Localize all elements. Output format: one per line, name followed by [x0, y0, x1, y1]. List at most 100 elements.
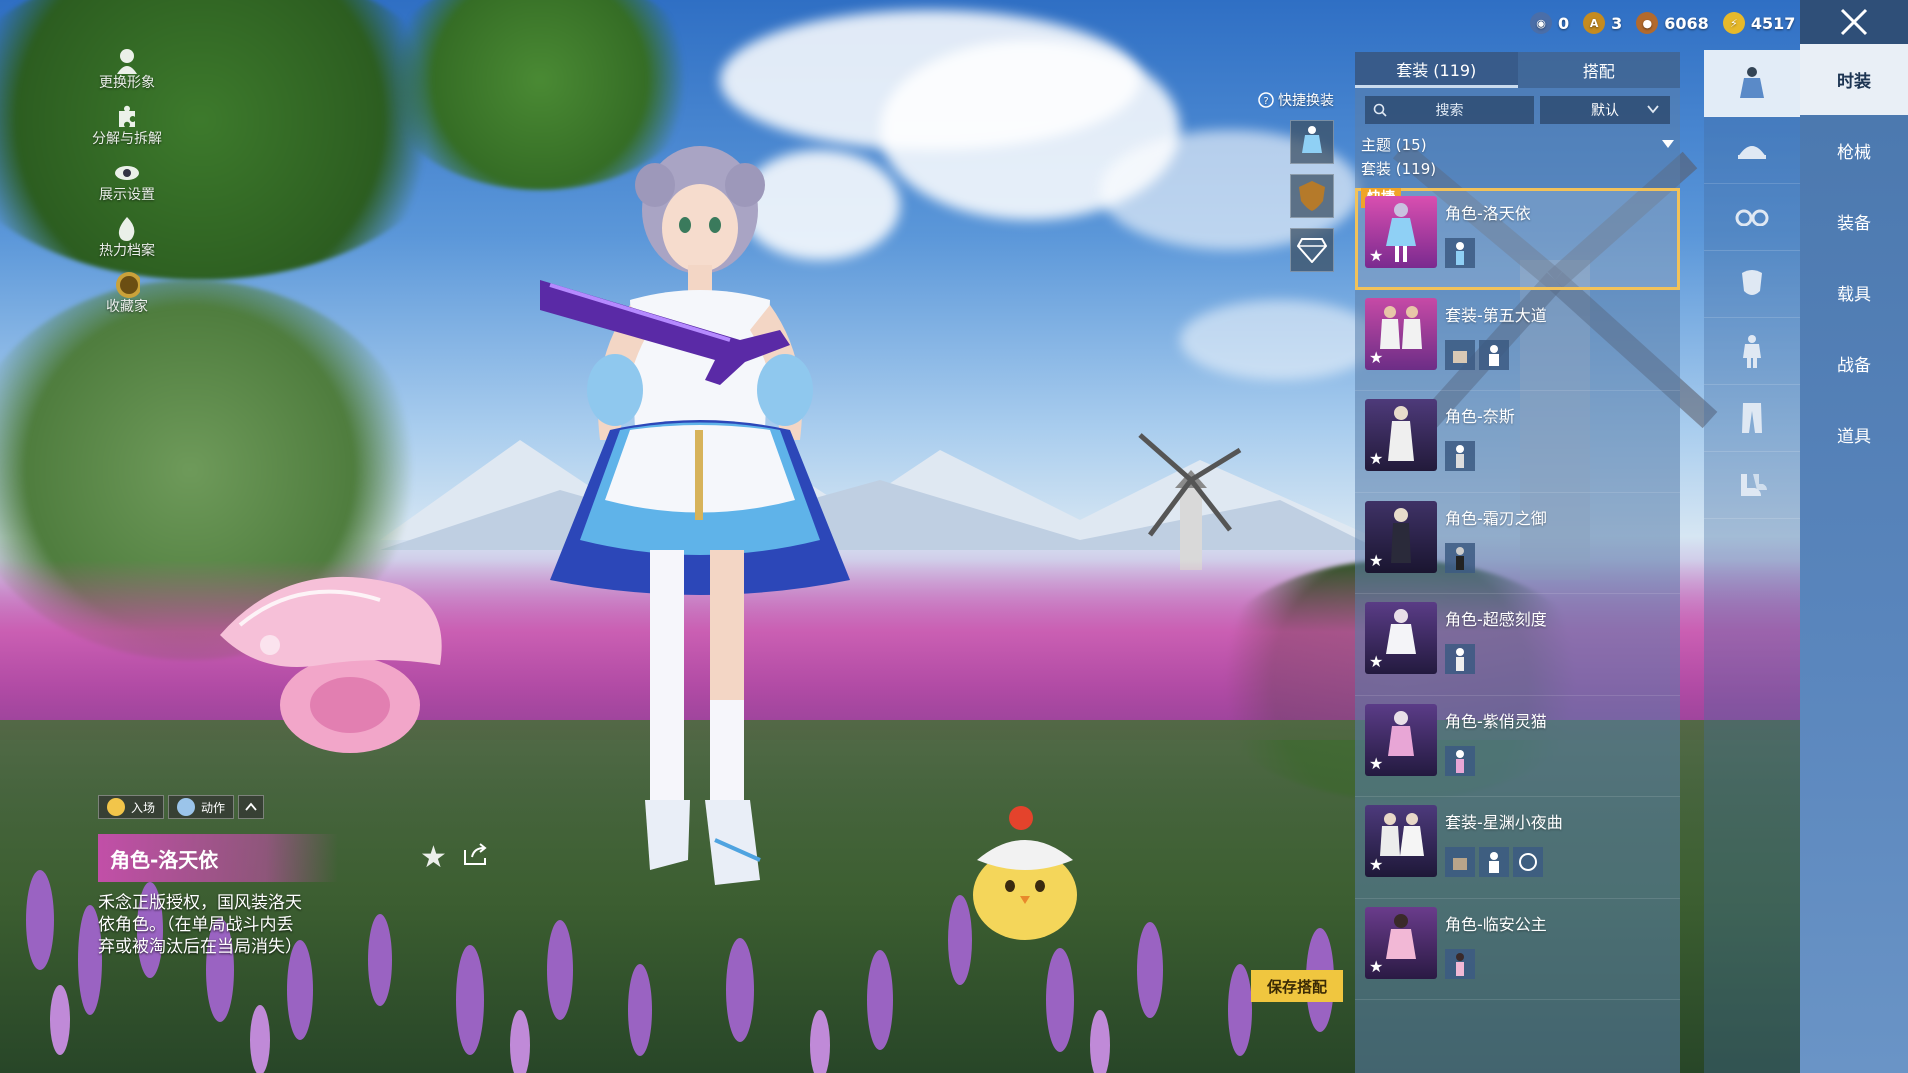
outfit-thumbnail: ★: [1365, 297, 1437, 370]
currency-bar: ◉ 0 A 3 ● 6068 ⚡ 4517: [1530, 8, 1795, 38]
outfit-title: 角色-洛天依: [1445, 204, 1531, 223]
outfit-title: 角色-临安公主: [1445, 914, 1547, 934]
quick-change: ? 快捷换装: [1258, 90, 1334, 272]
currency-bronze[interactable]: ● 6068: [1636, 12, 1709, 34]
category-weapons[interactable]: 枪械: [1800, 115, 1908, 186]
sub-item-thumbnail[interactable]: [1445, 238, 1475, 268]
search-row: 搜索 默认: [1355, 88, 1680, 132]
slot-body[interactable]: [1704, 318, 1800, 385]
currency-gold[interactable]: ⚡ 4517: [1722, 12, 1795, 34]
figure-icon: [1456, 648, 1464, 671]
outfit-title: 角色-超感刻度: [1445, 610, 1547, 629]
outfit-thumbnail: ★: [1365, 500, 1437, 573]
pants-icon: [1742, 403, 1762, 433]
entrance-button[interactable]: 入场: [98, 795, 165, 819]
sub-item-thumbnail[interactable]: [1445, 542, 1475, 573]
tab-match[interactable]: 搭配: [1517, 52, 1680, 88]
slot-shoes[interactable]: [1704, 452, 1800, 519]
currency-globe[interactable]: ◉ 0: [1530, 12, 1569, 34]
sub-item-thumbnail[interactable]: [1445, 948, 1475, 979]
list-item[interactable]: 快捷 ★ 角色-洛天依: [1355, 188, 1680, 290]
action-bar: 入场 动作: [98, 795, 265, 819]
outfit-title: 套装-星渊小夜曲: [1445, 813, 1563, 832]
slot-mask[interactable]: [1704, 251, 1800, 318]
figure-icon: [1456, 952, 1464, 976]
figure-icon: [1456, 242, 1464, 265]
sub-item-thumbnail[interactable]: [1445, 745, 1475, 776]
sub-item-thumbnail[interactable]: [1445, 644, 1475, 674]
close-button[interactable]: [1800, 0, 1908, 44]
chevron-up-icon: [245, 802, 257, 811]
quick-slot-outfit[interactable]: [1290, 120, 1334, 164]
list-item[interactable]: ★ 角色-奈斯: [1355, 391, 1680, 493]
quick-slot-emblem[interactable]: [1290, 174, 1334, 218]
set-header: 套装 (119): [1355, 156, 1680, 180]
list-item[interactable]: ★ 角色-超感刻度: [1355, 594, 1680, 696]
diamond-icon: [1297, 238, 1327, 263]
character-figure-icon: [1386, 203, 1416, 262]
tab-sets[interactable]: 套装 (119): [1355, 52, 1518, 88]
category-fashion[interactable]: 时装: [1800, 44, 1908, 115]
sort-dropdown[interactable]: 默认: [1540, 96, 1670, 124]
outfit-title: 套装-第五大道: [1445, 305, 1547, 325]
character-figure-icon: [1386, 913, 1416, 959]
outfit-thumbnail: ★: [1365, 399, 1437, 471]
search-input[interactable]: 搜索: [1365, 96, 1534, 124]
favorite-star-icon: ★: [1369, 347, 1384, 367]
category-battle-prep[interactable]: 战备: [1800, 328, 1908, 399]
outfit-title: 角色-奈斯: [1445, 407, 1515, 426]
quick-change-label-row[interactable]: ? 快捷换装: [1258, 90, 1334, 110]
pose-icon: [177, 798, 196, 816]
slot-hat[interactable]: [1704, 117, 1800, 184]
sub-item-thumbnail[interactable]: [1445, 441, 1475, 471]
share-button[interactable]: [462, 842, 490, 870]
heat-profile-button[interactable]: 热力档案: [82, 216, 172, 272]
save-outfit-button[interactable]: 保存搭配: [1251, 970, 1343, 1002]
sub-item-thumbnail[interactable]: [1445, 339, 1475, 370]
list-item[interactable]: ★ 套装-星渊小夜曲: [1355, 797, 1680, 899]
character-figure-icon: [1386, 609, 1416, 654]
outfit-thumbnail: ★: [1365, 805, 1437, 877]
list-item[interactable]: ★ 角色-紫俏灵猫: [1355, 696, 1680, 797]
a-coin-icon: A: [1583, 12, 1606, 34]
sub-item-thumbnail[interactable]: [1513, 847, 1543, 877]
sub-item-thumbnail[interactable]: [1445, 847, 1475, 877]
currency-bronze-value: 6068: [1664, 13, 1709, 33]
list-item[interactable]: ★ 角色-临安公主: [1355, 899, 1680, 1000]
category-equipment[interactable]: 装备: [1800, 186, 1908, 257]
list-item[interactable]: ★ 角色-霜刃之御: [1355, 493, 1680, 594]
search-placeholder: 搜索: [1435, 103, 1464, 119]
favorite-star-icon[interactable]: ★: [420, 840, 447, 875]
currency-a-coin[interactable]: A 3: [1583, 12, 1622, 34]
character-name-banner: 角色-洛天依: [98, 834, 338, 882]
category-vehicles[interactable]: 载具: [1800, 257, 1908, 328]
sub-item-thumbnail[interactable]: [1479, 339, 1509, 370]
collector-button[interactable]: 收藏家: [82, 272, 172, 328]
slot-outfit[interactable]: [1704, 50, 1800, 117]
left-side-menu: 更换形象 分解与拆解 展示设置 热力档案 收藏家: [82, 48, 172, 328]
character-figure-icon: [1388, 710, 1414, 756]
slot-pants[interactable]: [1704, 385, 1800, 452]
glasses-icon: [1735, 209, 1769, 226]
slot-glasses[interactable]: [1704, 184, 1800, 251]
outfit-title: 角色-紫俏灵猫: [1445, 711, 1547, 731]
disassemble-button[interactable]: 分解与拆解: [82, 104, 172, 160]
character-description: 禾念正版授权，国风装洛天依角色。（在单局战斗内丢弃或被淘汰后在当局消失）: [98, 893, 302, 957]
category-items[interactable]: 道具: [1800, 399, 1908, 470]
motion-button[interactable]: 动作: [168, 795, 235, 819]
mask-icon: [1742, 270, 1762, 295]
expand-button[interactable]: [238, 795, 265, 819]
figure-icon: [1489, 344, 1499, 366]
chevron-down-icon: [1647, 105, 1659, 114]
change-appearance-button[interactable]: 更换形象: [82, 48, 172, 104]
quick-slot-diamond[interactable]: [1290, 228, 1334, 272]
motion-label: 动作: [201, 800, 226, 815]
character-model[interactable]: [520, 140, 880, 920]
display-settings-button[interactable]: 展示设置: [82, 160, 172, 216]
heat-profile-label: 热力档案: [99, 243, 155, 259]
outfit-title: 角色-霜刃之御: [1445, 508, 1547, 528]
sub-item-thumbnail[interactable]: [1479, 847, 1509, 877]
theme-header[interactable]: 主题 (15): [1355, 132, 1680, 156]
list-item[interactable]: ★ 套装-第五大道: [1355, 290, 1680, 391]
outfit-icon: [1740, 67, 1764, 98]
